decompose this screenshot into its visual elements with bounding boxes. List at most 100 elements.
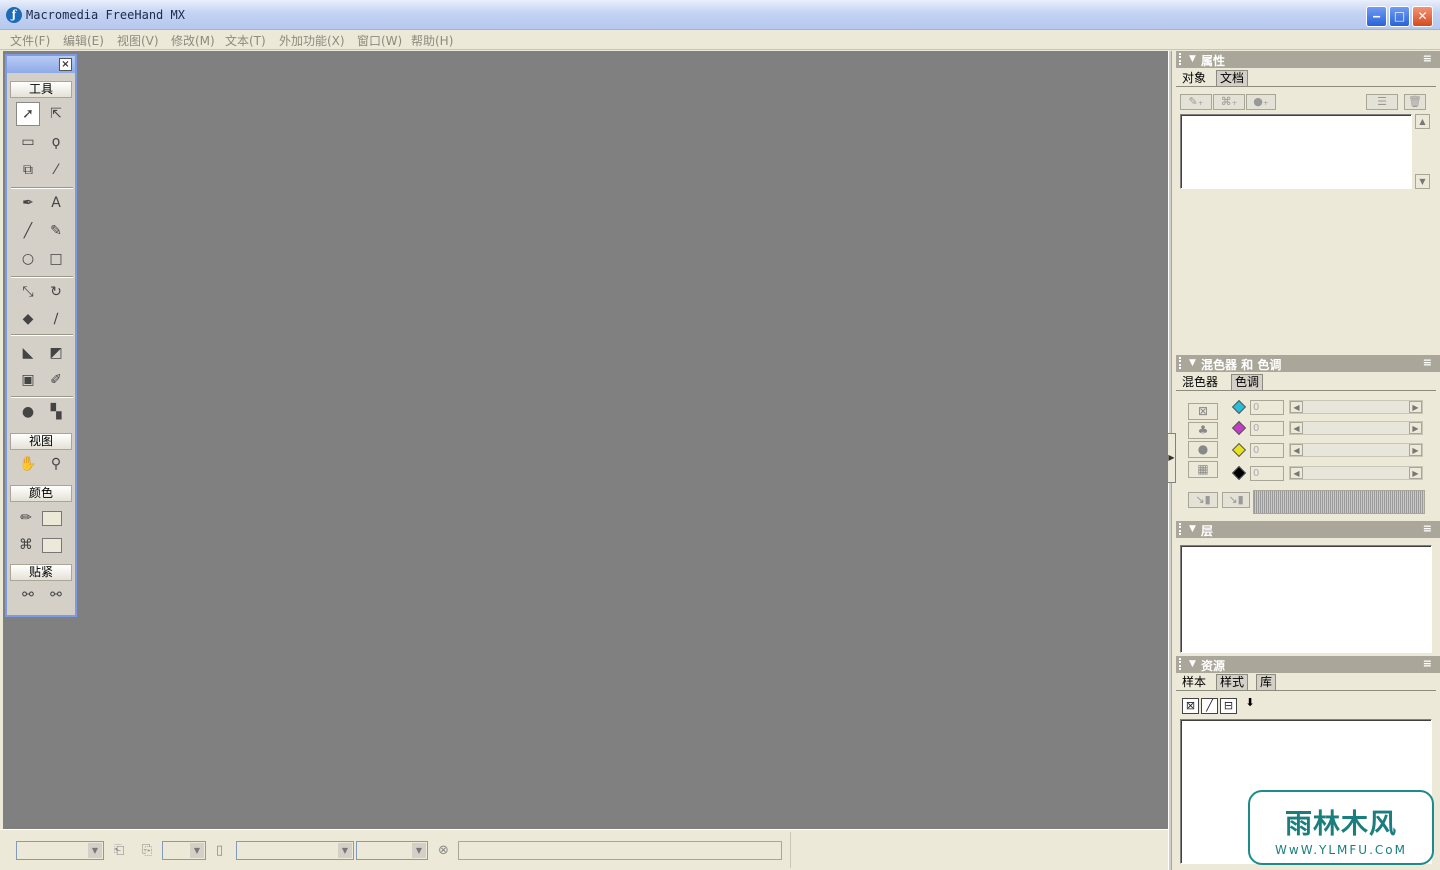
freehand-app-icon[interactable]: ƒ — [6, 7, 22, 23]
add-to-styles-icon[interactable]: ↘▮ — [1222, 492, 1250, 508]
black-value-field[interactable]: 0 — [1250, 466, 1284, 481]
panel-options-icon[interactable]: ≡ — [1423, 522, 1432, 535]
page-tool-icon[interactable]: ▭ — [16, 130, 40, 154]
stroke-color-icon[interactable]: ✏ — [14, 506, 38, 530]
tab-library[interactable]: 库 — [1256, 674, 1277, 690]
close-button[interactable]: ✕ — [1412, 6, 1433, 27]
yellow-slider[interactable]: ◀ ▶ — [1289, 443, 1423, 457]
sphere-tool-icon[interactable]: ● — [16, 400, 40, 424]
menu-window[interactable]: 窗口(W) — [357, 32, 402, 49]
yellow-value-field[interactable]: 0 — [1250, 443, 1284, 458]
tab-tints[interactable]: 色调 — [1231, 374, 1264, 390]
fill-swatch-icon[interactable]: ⊟ — [1220, 698, 1237, 714]
knife-tool-icon[interactable]: ∕ — [44, 307, 68, 331]
page-view-icon[interactable]: ▯ — [216, 843, 223, 858]
panel-grip-icon[interactable] — [1179, 53, 1183, 65]
minimize-button[interactable]: ‒ — [1366, 6, 1387, 27]
zoom-tool-icon[interactable]: ⚲ — [44, 452, 68, 476]
rgb-mode-icon[interactable]: ♣ — [1188, 422, 1218, 439]
eyedropper-tool-icon[interactable]: ⁄ — [44, 158, 68, 182]
layers-list[interactable] — [1180, 545, 1432, 653]
line-tool-icon[interactable]: ╱ — [16, 219, 40, 243]
add-stroke-icon[interactable]: ✎₊ — [1180, 94, 1212, 110]
fill-color-swatch[interactable] — [42, 538, 62, 553]
previous-page-icon[interactable]: ⎗ — [114, 843, 124, 858]
layers-panel-header[interactable]: ▼ 层 ≡ — [1176, 521, 1440, 538]
stroke-swatch-icon[interactable]: ╱ — [1201, 698, 1218, 714]
tab-styles[interactable]: 样式 — [1216, 674, 1249, 690]
duplicate-item-icon[interactable]: ☰ — [1366, 94, 1398, 110]
cancel-render-icon[interactable]: ⊗ — [438, 843, 449, 858]
hls-mode-icon[interactable]: ● — [1188, 441, 1218, 458]
panel-collapse-icon[interactable]: ▼ — [1189, 355, 1196, 372]
text-tool-icon[interactable]: A — [44, 191, 68, 215]
collapse-dock-icon[interactable]: ▶ — [1167, 433, 1176, 483]
color-preview-well[interactable] — [1253, 490, 1425, 514]
pointer-tool-icon[interactable]: ➚ — [16, 102, 40, 126]
magenta-value-field[interactable]: 0 — [1250, 421, 1284, 436]
cmyk-mode-icon[interactable]: ⊠ — [1188, 403, 1218, 420]
extrude-tool-icon[interactable]: ◩ — [44, 341, 68, 365]
add-swatch-arrow-icon[interactable]: ⬇ — [1242, 696, 1258, 712]
document-canvas[interactable] — [3, 51, 1168, 829]
cyan-value-field[interactable]: 0 — [1250, 400, 1284, 415]
tab-swatches[interactable]: 样本 — [1178, 674, 1211, 690]
menu-file[interactable]: 文件(F) — [10, 32, 50, 49]
next-page-icon[interactable]: ⎘ — [142, 843, 152, 858]
add-effect-icon[interactable]: ●₊ — [1246, 94, 1276, 110]
panel-collapse-icon[interactable]: ▼ — [1189, 51, 1196, 68]
chart-tool-icon[interactable]: ✐ — [44, 368, 68, 392]
panel-collapse-icon[interactable]: ▼ — [1189, 521, 1196, 538]
hand-tool-icon[interactable]: ✋ — [16, 452, 40, 476]
eraser-tool-icon[interactable]: ◆ — [16, 307, 40, 331]
maximize-button[interactable]: □ — [1389, 6, 1410, 27]
menu-text[interactable]: 文本(T) — [225, 32, 266, 49]
connector-tool-icon[interactable]: ▚ — [44, 400, 68, 424]
pencil-tool-icon[interactable]: ✎ — [44, 219, 68, 243]
pen-tool-icon[interactable]: ✒ — [16, 191, 40, 215]
menu-edit[interactable]: 编辑(E) — [63, 32, 104, 49]
tab-document[interactable]: 文档 — [1216, 70, 1249, 86]
tab-mixer[interactable]: 混色器 — [1178, 374, 1223, 390]
panel-collapse-icon[interactable]: ▼ — [1189, 656, 1196, 673]
system-color-icon[interactable]: ▦ — [1188, 461, 1218, 478]
freeform-tool-icon[interactable]: ↻ — [44, 280, 68, 304]
delete-item-icon[interactable]: 🗑 — [1404, 94, 1426, 110]
rectangle-tool-icon[interactable]: □ — [44, 247, 68, 271]
menu-help[interactable]: 帮助(H) — [411, 32, 453, 49]
snap-to-object-icon[interactable]: ⚯ — [44, 583, 68, 607]
add-to-swatches-icon[interactable]: ↘▮ — [1188, 492, 1218, 508]
properties-list[interactable] — [1180, 114, 1412, 189]
scale-tool-icon[interactable]: ⤡ — [16, 280, 40, 304]
zoom-combo[interactable]: ▼ — [162, 841, 206, 860]
properties-panel-header[interactable]: ▼ 属性 ≡ — [1176, 51, 1440, 68]
ellipse-tool-icon[interactable]: ○ — [16, 247, 40, 271]
menu-view[interactable]: 视图(V) — [117, 32, 159, 49]
add-fill-icon[interactable]: ⌘₊ — [1213, 94, 1245, 110]
panel-options-icon[interactable]: ≡ — [1423, 657, 1432, 670]
units-combo[interactable]: ▼ — [356, 841, 428, 860]
panel-grip-icon[interactable] — [1179, 658, 1183, 670]
snap-to-point-icon[interactable]: ⚯ — [16, 583, 40, 607]
menu-xtras[interactable]: 外加功能(X) — [279, 32, 345, 49]
panel-grip-icon[interactable] — [1179, 357, 1183, 369]
page-select-combo[interactable]: ▼ — [16, 841, 104, 860]
assets-panel-header[interactable]: ▼ 资源 ≡ — [1176, 656, 1440, 673]
graphic-hose-tool-icon[interactable]: ▣ — [16, 368, 40, 392]
view-mode-combo[interactable]: ▼ — [236, 841, 354, 860]
menu-modify[interactable]: 修改(M) — [171, 32, 215, 49]
subselect-tool-icon[interactable]: ⇱ — [44, 102, 68, 126]
none-swatch-icon[interactable]: ⊠ — [1182, 698, 1199, 714]
scroll-down-icon[interactable]: ▼ — [1415, 174, 1430, 189]
scroll-up-icon[interactable]: ▲ — [1415, 114, 1430, 129]
mixer-panel-header[interactable]: ▼ 混色器 和 色调 ≡ — [1176, 355, 1440, 372]
lasso-tool-icon[interactable]: ϙ — [44, 130, 68, 154]
panel-options-icon[interactable]: ≡ — [1423, 52, 1432, 65]
tab-object[interactable]: 对象 — [1178, 70, 1211, 86]
perspective-tool-icon[interactable]: ◣ — [16, 341, 40, 365]
black-slider[interactable]: ◀ ▶ — [1289, 466, 1423, 480]
magenta-slider[interactable]: ◀ ▶ — [1289, 421, 1423, 435]
panel-options-icon[interactable]: ≡ — [1423, 356, 1432, 369]
tools-panel[interactable]: × 工具 ➚ ⇱ ▭ ϙ ⧉ ⁄ ✒ A ╱ ✎ ○ □ ⤡ ↻ ◆ ∕ ◣ ◩… — [5, 54, 77, 617]
trace-tool-icon[interactable]: ⧉ — [16, 158, 40, 182]
